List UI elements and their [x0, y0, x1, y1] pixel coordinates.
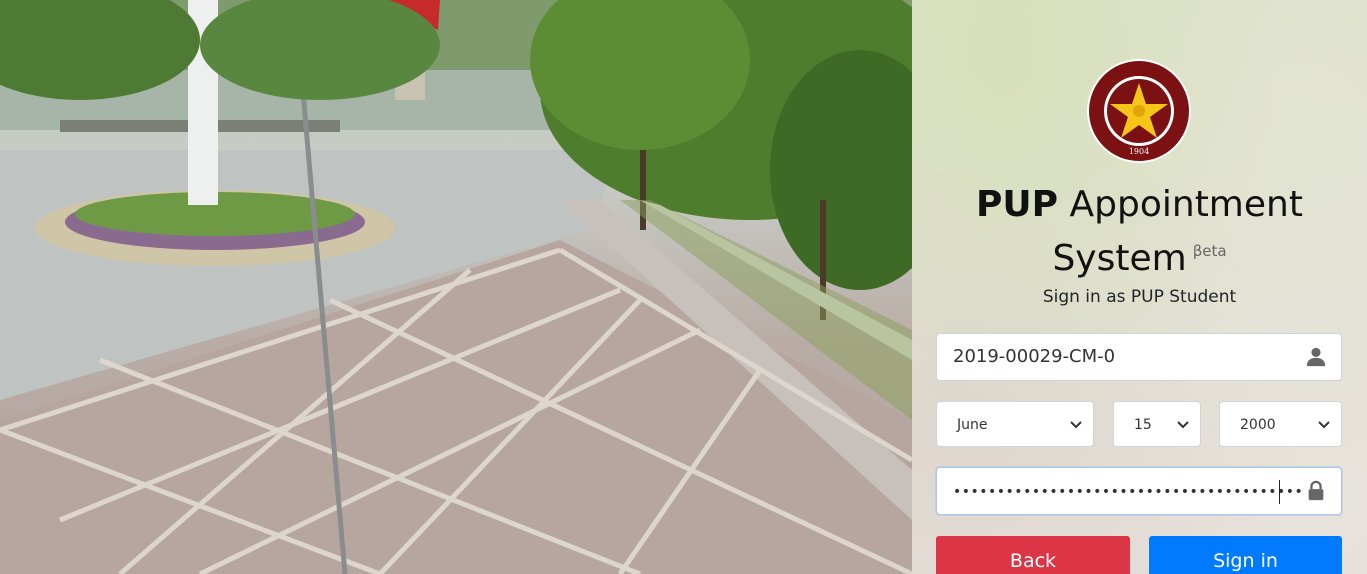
title-bold: PUP	[976, 184, 1059, 225]
birth-day-value: 15	[1134, 417, 1152, 433]
lock-icon	[1308, 480, 1324, 501]
birth-day-select[interactable]: 15	[1113, 401, 1201, 447]
chevron-down-icon	[1318, 421, 1330, 429]
beta-badge: βeta	[1192, 242, 1227, 260]
title-rest: Appointment	[1069, 184, 1303, 225]
campus-scene	[0, 0, 912, 574]
campus-photo	[0, 0, 912, 574]
login-panel: 1904 PUP Appointment System βeta Sign in …	[912, 0, 1367, 574]
birth-year-value: 2000	[1240, 417, 1276, 433]
pup-seal-logo: 1904	[1087, 59, 1191, 163]
sign-in-button[interactable]: Sign in	[1149, 536, 1342, 574]
text-caret	[1279, 480, 1280, 504]
user-icon	[1306, 347, 1326, 367]
password-value: ••••••••••••••••••••••••••••••••••••••••	[953, 484, 1304, 500]
chevron-down-icon	[1070, 421, 1082, 429]
title-line2: System	[1052, 238, 1187, 279]
birth-month-value: June	[957, 417, 988, 433]
chevron-down-icon	[1177, 421, 1189, 429]
password-field[interactable]: ••••••••••••••••••••••••••••••••••••••••	[936, 467, 1342, 515]
student-number-field[interactable]: 2019-00029-CM-0	[936, 333, 1342, 381]
birth-year-select[interactable]: 2000	[1219, 401, 1342, 447]
sign-in-subtitle: Sign in as PUP Student	[1042, 287, 1237, 307]
app-title: PUP Appointment System βeta	[912, 182, 1367, 282]
seal-year: 1904	[1129, 147, 1149, 156]
birth-month-select[interactable]: June	[936, 401, 1094, 447]
student-number-value: 2019-00029-CM-0	[953, 346, 1116, 367]
back-button[interactable]: Back	[936, 536, 1130, 574]
